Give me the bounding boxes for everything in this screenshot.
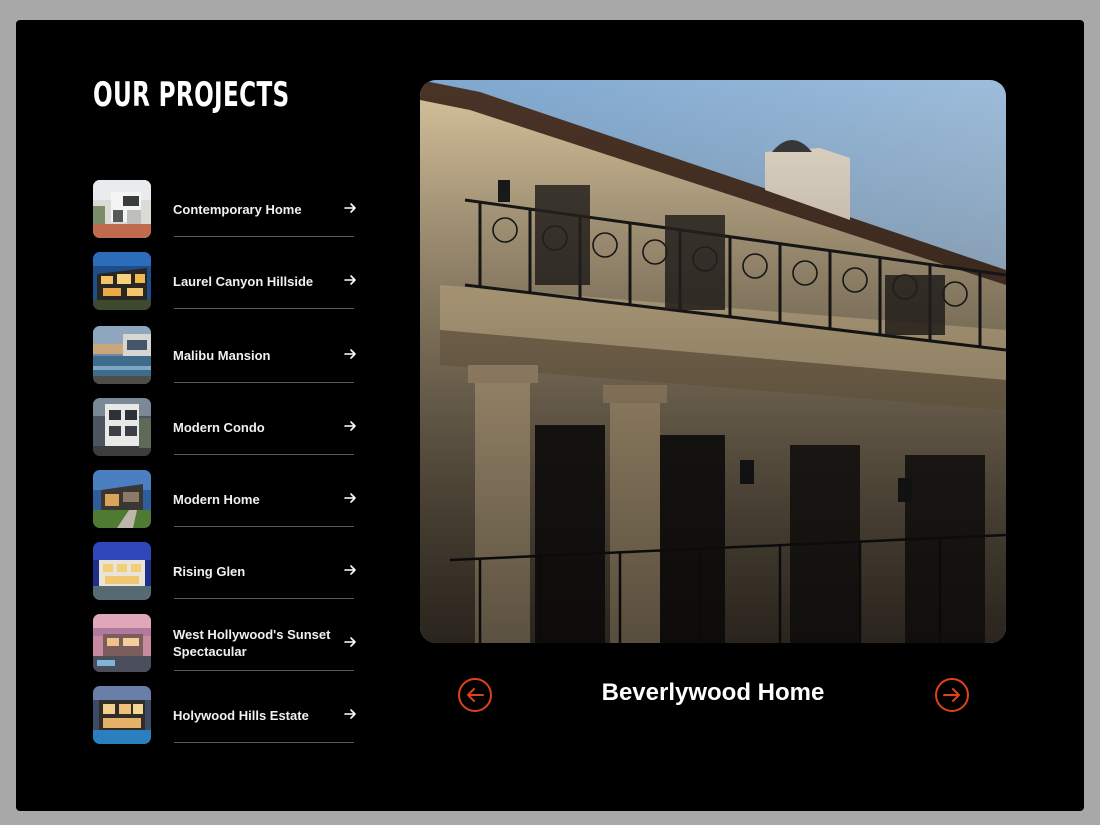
project-thumbnail (93, 542, 151, 600)
project-thumbnail (93, 326, 151, 384)
project-label: Rising Glen (173, 563, 246, 579)
project-item-holywood-hills[interactable]: Holywood Hills Estate (93, 686, 357, 744)
project-thumbnail (93, 180, 151, 238)
project-item-rising-glen[interactable]: Rising Glen (93, 542, 357, 600)
project-item-modern-home[interactable]: Modern Home (93, 470, 357, 528)
arrow-left-circle-icon (458, 678, 492, 712)
item-divider (174, 526, 354, 527)
project-item-laurel-canyon[interactable]: Laurel Canyon Hillside (93, 252, 357, 310)
project-thumbnail (93, 686, 151, 744)
arrow-right-icon (344, 709, 356, 719)
item-divider (174, 308, 354, 309)
project-item-west-hollywood[interactable]: West Hollywood's Sunset Spectacular (93, 614, 357, 672)
arrow-right-icon (344, 275, 356, 285)
project-label: West Hollywood's Sunset Spectacular (173, 627, 331, 659)
next-project-button[interactable] (934, 677, 970, 713)
project-label: Holywood Hills Estate (173, 707, 309, 723)
arrow-right-icon (344, 421, 356, 431)
featured-project-image (420, 80, 1006, 643)
project-label: Malibu Mansion (173, 347, 271, 363)
project-item-malibu-mansion[interactable]: Malibu Mansion (93, 326, 357, 384)
project-thumbnail (93, 470, 151, 528)
item-divider (174, 742, 354, 743)
previous-project-button[interactable] (457, 677, 493, 713)
arrow-right-circle-icon (935, 678, 969, 712)
project-item-contemporary-home[interactable]: Contemporary Home (93, 180, 357, 238)
project-item-modern-condo[interactable]: Modern Condo (93, 398, 357, 456)
project-label: Modern Condo (173, 419, 265, 435)
arrow-right-icon (344, 565, 356, 575)
item-divider (174, 382, 354, 383)
arrow-right-icon (344, 493, 356, 503)
arrow-right-icon (344, 349, 356, 359)
featured-project-caption: Beverlywood Home (601, 679, 825, 706)
arrow-right-icon (344, 637, 356, 647)
projects-panel: OUR PROJECTS Contemporary Home Laurel Ca… (16, 20, 1084, 811)
project-label: Contemporary Home (173, 201, 302, 217)
item-divider (174, 670, 354, 671)
project-label: Modern Home (173, 491, 260, 507)
arrow-right-icon (344, 203, 356, 213)
project-thumbnail (93, 398, 151, 456)
item-divider (174, 454, 354, 455)
project-thumbnail (93, 614, 151, 672)
page-title: OUR PROJECTS (93, 75, 290, 115)
project-thumbnail (93, 252, 151, 310)
item-divider (174, 598, 354, 599)
project-label: Laurel Canyon Hillside (173, 273, 314, 289)
item-divider (174, 236, 354, 237)
